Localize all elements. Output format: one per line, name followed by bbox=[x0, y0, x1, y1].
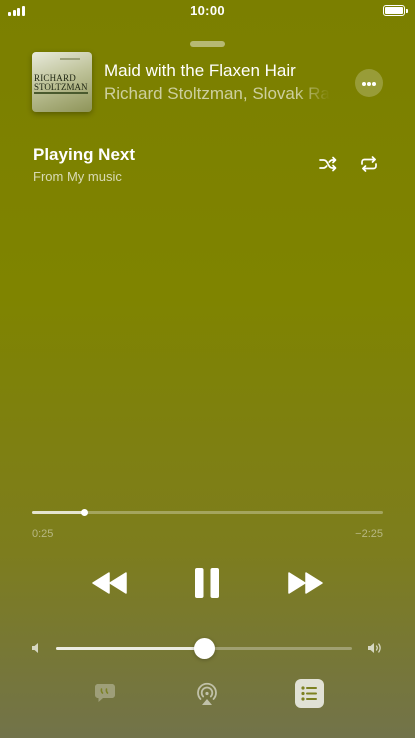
shuffle-icon[interactable] bbox=[318, 155, 338, 173]
more-options-button[interactable] bbox=[355, 69, 383, 97]
remaining-time: −2:25 bbox=[355, 528, 383, 540]
speaker-low-icon bbox=[32, 643, 38, 653]
fast-forward-icon[interactable] bbox=[287, 572, 323, 594]
progress-scrubber[interactable] bbox=[80, 509, 88, 516]
lyrics-icon[interactable] bbox=[94, 682, 116, 704]
song-title[interactable]: Maid with the Flaxen Hair bbox=[104, 61, 296, 81]
playing-next-heading: Playing Next bbox=[33, 145, 136, 164]
status-time: 10:00 bbox=[190, 3, 225, 18]
volume-knob[interactable] bbox=[194, 638, 215, 659]
song-artist[interactable]: Richard Stoltzman, Slovak Radio bbox=[104, 84, 330, 104]
repeat-icon[interactable] bbox=[359, 155, 379, 173]
speaker-high-icon bbox=[368, 643, 381, 653]
album-artwork[interactable]: RICHARD STOLTZMAN bbox=[32, 52, 92, 112]
queue-source: From My music bbox=[33, 169, 122, 184]
airplay-icon[interactable] bbox=[195, 682, 219, 706]
ellipsis-icon bbox=[362, 81, 366, 86]
queue-list-icon bbox=[301, 686, 317, 701]
queue-list-button[interactable] bbox=[295, 679, 324, 708]
status-bar: 10:00 bbox=[0, 0, 415, 22]
battery-icon bbox=[383, 5, 408, 16]
playback-progress-bar[interactable] bbox=[32, 509, 383, 516]
progress-fill bbox=[32, 511, 84, 514]
sheet-grabber[interactable] bbox=[190, 41, 225, 47]
volume-fill bbox=[56, 647, 204, 650]
elapsed-time: 0:25 bbox=[32, 528, 54, 540]
volume-slider[interactable] bbox=[56, 638, 352, 659]
artwork-text-line2: STOLTZMAN bbox=[34, 82, 88, 92]
rewind-icon[interactable] bbox=[92, 572, 128, 594]
pause-icon[interactable] bbox=[194, 567, 220, 599]
